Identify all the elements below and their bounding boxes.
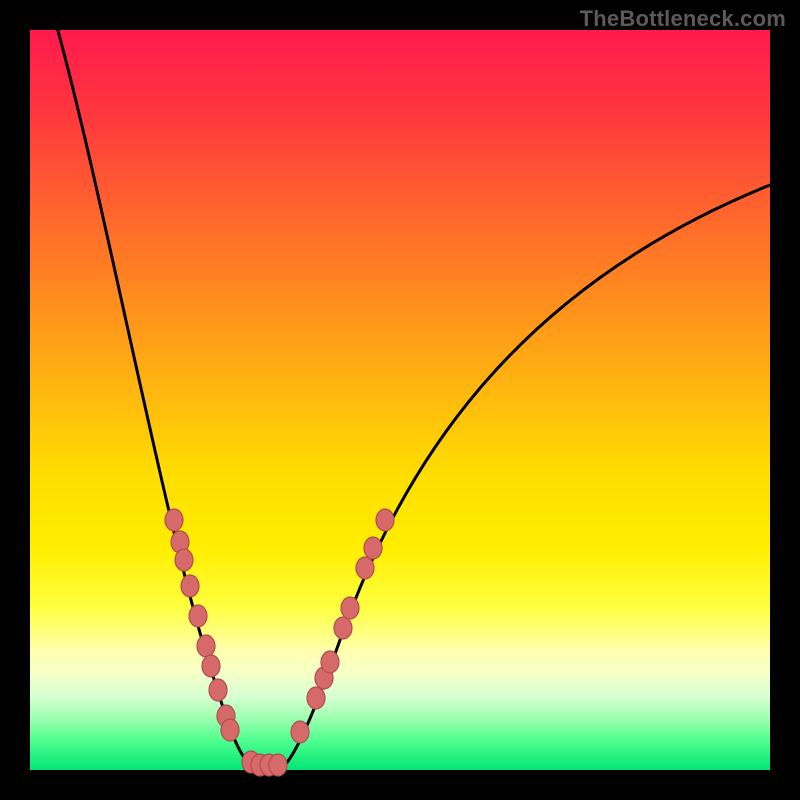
- data-marker: [376, 509, 394, 531]
- data-marker: [321, 651, 339, 673]
- plot-area: [30, 30, 770, 770]
- data-marker: [209, 679, 227, 701]
- data-marker: [197, 635, 215, 657]
- chart-container: TheBottleneck.com: [0, 0, 800, 800]
- data-marker: [175, 549, 193, 571]
- data-marker: [341, 597, 359, 619]
- marker-group: [165, 509, 394, 776]
- data-marker: [165, 509, 183, 531]
- data-marker: [189, 605, 207, 627]
- bottleneck-curve: [55, 20, 770, 765]
- data-marker: [334, 617, 352, 639]
- data-marker: [364, 537, 382, 559]
- curve-svg: [30, 30, 770, 770]
- data-marker: [269, 754, 287, 776]
- data-marker: [356, 557, 374, 579]
- data-marker: [181, 575, 199, 597]
- watermark-text: TheBottleneck.com: [580, 6, 786, 32]
- data-marker: [291, 721, 309, 743]
- data-marker: [202, 655, 220, 677]
- data-marker: [221, 719, 239, 741]
- data-marker: [307, 687, 325, 709]
